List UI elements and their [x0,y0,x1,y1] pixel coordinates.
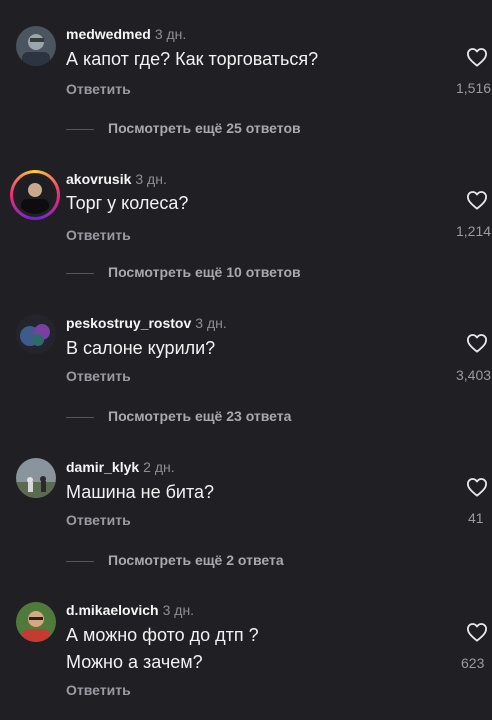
avatar[interactable] [16,458,56,498]
timestamp: 3 дн. [154,26,187,42]
like-count: 1,516 [456,80,492,96]
view-more-label: Посмотреть ещё 23 ответа [108,408,292,424]
username[interactable]: peskostruy_rostov [66,315,191,331]
timestamp: 3 дн. [135,171,167,187]
comment-text: А капот где? Как торговаться? [66,49,319,69]
username[interactable]: damir_klyk [66,459,139,475]
avatar[interactable] [16,602,56,642]
divider [66,560,94,562]
reply-button[interactable]: Ответить [66,512,131,528]
comment-text: Машина не бита? [66,482,215,502]
view-more-replies[interactable]: Посмотреть ещё 25 ответов [66,120,301,136]
heart-outline-icon[interactable] [466,47,488,67]
comment-text-line2: Можно а зачем? [66,652,203,672]
comment-header: damir_klyk 2 дн. [66,459,175,475]
heart-outline-icon[interactable] [466,333,488,353]
view-more-replies[interactable]: Посмотреть ещё 23 ответа [66,408,291,424]
avatar[interactable] [16,314,56,354]
comment-header: d.mikaelovich 3 дн. [66,602,194,618]
avatar[interactable] [16,26,56,66]
username[interactable]: akovrusik [66,171,131,187]
heart-outline-icon[interactable] [466,477,488,497]
like-count: 623 [461,655,485,671]
comment-header: akovrusik 3 дн. [66,171,167,187]
comment-text: А можно фото до дтп ? [66,625,259,645]
heart-outline-icon[interactable] [466,622,488,642]
divider [66,272,94,274]
like-count: 1,214 [456,223,492,239]
comment-header: peskostruy_rostov 3 дн. [66,315,227,331]
like-count: 41 [468,510,484,526]
view-more-label: Посмотреть ещё 2 ответа [108,552,284,568]
view-more-replies[interactable]: Посмотреть ещё 10 ответов [66,264,301,280]
comment-text: Торг у колеса? [66,193,189,213]
reply-button[interactable]: Ответить [66,81,131,97]
reply-button[interactable]: Ответить [66,682,131,698]
reply-button[interactable]: Ответить [66,227,131,243]
view-more-label: Посмотреть ещё 25 ответов [108,120,301,136]
avatar [16,176,54,214]
comment-header: medwedmed 3 дн. [66,26,186,42]
username[interactable]: medwedmed [66,26,151,42]
view-more-replies[interactable]: Посмотреть ещё 2 ответа [66,552,284,568]
like-count: 3,403 [456,367,492,383]
timestamp: 3 дн. [162,602,195,618]
username[interactable]: d.mikaelovich [66,602,159,618]
comment-text: В салоне курили? [66,338,216,358]
heart-outline-icon[interactable] [466,190,488,210]
avatar-story-ring[interactable] [10,170,60,220]
timestamp: 2 дн. [143,459,175,475]
reply-button[interactable]: Ответить [66,368,131,384]
divider [66,128,94,130]
divider [66,416,94,418]
timestamp: 3 дн. [195,315,227,331]
view-more-label: Посмотреть ещё 10 ответов [108,264,301,280]
